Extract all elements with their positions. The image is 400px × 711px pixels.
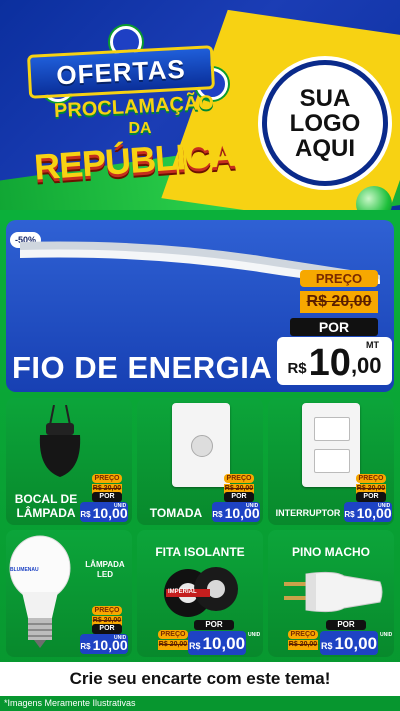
fita-old-price: R$ 20,00 bbox=[158, 640, 188, 650]
tomada-por-label: POR bbox=[224, 492, 254, 502]
lampada-currency: R$ bbox=[80, 642, 91, 651]
lampada-brand: BLUMENAU bbox=[10, 567, 39, 573]
tomada-unit: UNID bbox=[246, 503, 259, 509]
fita-currency: R$ bbox=[188, 641, 201, 651]
featured-product-name: FIO DE ENERGIA bbox=[12, 350, 273, 385]
featured-price-int: 10 bbox=[308, 342, 351, 384]
bocal-preco-label: PREÇO bbox=[92, 474, 122, 483]
interruptor-preco-label: PREÇO bbox=[356, 474, 386, 483]
lampada-name: LÂMPADA LED bbox=[82, 560, 128, 580]
interruptor-por-label: POR bbox=[356, 492, 386, 502]
tomada-currency: R$ bbox=[212, 510, 223, 519]
fita-price: R$ 10,00 bbox=[188, 631, 246, 655]
tomada-name: TOMADA bbox=[149, 506, 203, 520]
lampada-name-line2: LED bbox=[97, 570, 113, 579]
featured-old-price: R$ 20,00 bbox=[300, 291, 378, 313]
pino-unit: UNID bbox=[380, 632, 393, 638]
title-da: DA bbox=[128, 120, 152, 137]
logo-text-line3: AQUI bbox=[295, 134, 355, 162]
fita-name: FITA ISOLANTE bbox=[155, 545, 245, 559]
logo-placeholder: SUA LOGO AQUI bbox=[262, 60, 388, 186]
bocal-name: BOCAL DE LÂMPADA bbox=[8, 492, 84, 520]
bocal-name-line2: LÂMPADA bbox=[16, 506, 76, 520]
lampada-unit: UNID bbox=[114, 635, 127, 641]
lampada-name-line1: LÂMPADA bbox=[85, 560, 125, 569]
fita-price-value: 10,00 bbox=[202, 634, 246, 653]
pino-price-value: 10,00 bbox=[334, 634, 378, 653]
featured-unit: MT bbox=[366, 340, 379, 350]
led-bulb-icon bbox=[9, 535, 71, 648]
pino-por-label: POR bbox=[326, 620, 366, 630]
tomada-preco-label: PREÇO bbox=[224, 474, 254, 483]
socket-icon bbox=[39, 405, 81, 477]
pino-old-price: R$ 20,00 bbox=[288, 640, 318, 650]
outlet-icon bbox=[172, 403, 230, 487]
featured-preco-label: PREÇO bbox=[300, 270, 378, 287]
featured-price-dec: ,00 bbox=[350, 353, 382, 378]
pino-preco-label: PREÇO bbox=[288, 630, 318, 639]
interruptor-name: INTERRUPTOR bbox=[275, 508, 341, 518]
lampada-por-label: POR bbox=[92, 624, 122, 634]
fita-brand: IMPERIAL bbox=[168, 589, 197, 595]
switch-icon bbox=[302, 403, 360, 487]
interruptor-unit: UNID bbox=[378, 503, 391, 509]
fita-por-label: POR bbox=[194, 620, 234, 630]
interruptor-currency: R$ bbox=[344, 510, 355, 519]
bocal-por-label: POR bbox=[92, 492, 122, 502]
footnote: *Imagens Meramente Ilustrativas bbox=[4, 698, 136, 708]
fita-preco-label: PREÇO bbox=[158, 630, 188, 639]
logo-text-line2: LOGO bbox=[289, 109, 361, 137]
fita-unit: UNID bbox=[248, 632, 261, 638]
bocal-name-line1: BOCAL DE bbox=[14, 492, 78, 506]
cta-banner[interactable]: Crie seu encarte com este tema! bbox=[0, 662, 400, 696]
pino-currency: R$ bbox=[320, 641, 333, 651]
bocal-unit: UNID bbox=[114, 503, 127, 509]
featured-por-label: POR bbox=[290, 318, 378, 336]
logo-text-line1: SUA bbox=[299, 84, 351, 112]
pino-name: PINO MACHO bbox=[292, 545, 370, 559]
plug-icon bbox=[284, 571, 383, 613]
lampada-preco-label: PREÇO bbox=[92, 606, 122, 615]
featured-currency: R$ bbox=[287, 360, 307, 377]
pino-price: R$ 10,00 bbox=[320, 631, 378, 655]
